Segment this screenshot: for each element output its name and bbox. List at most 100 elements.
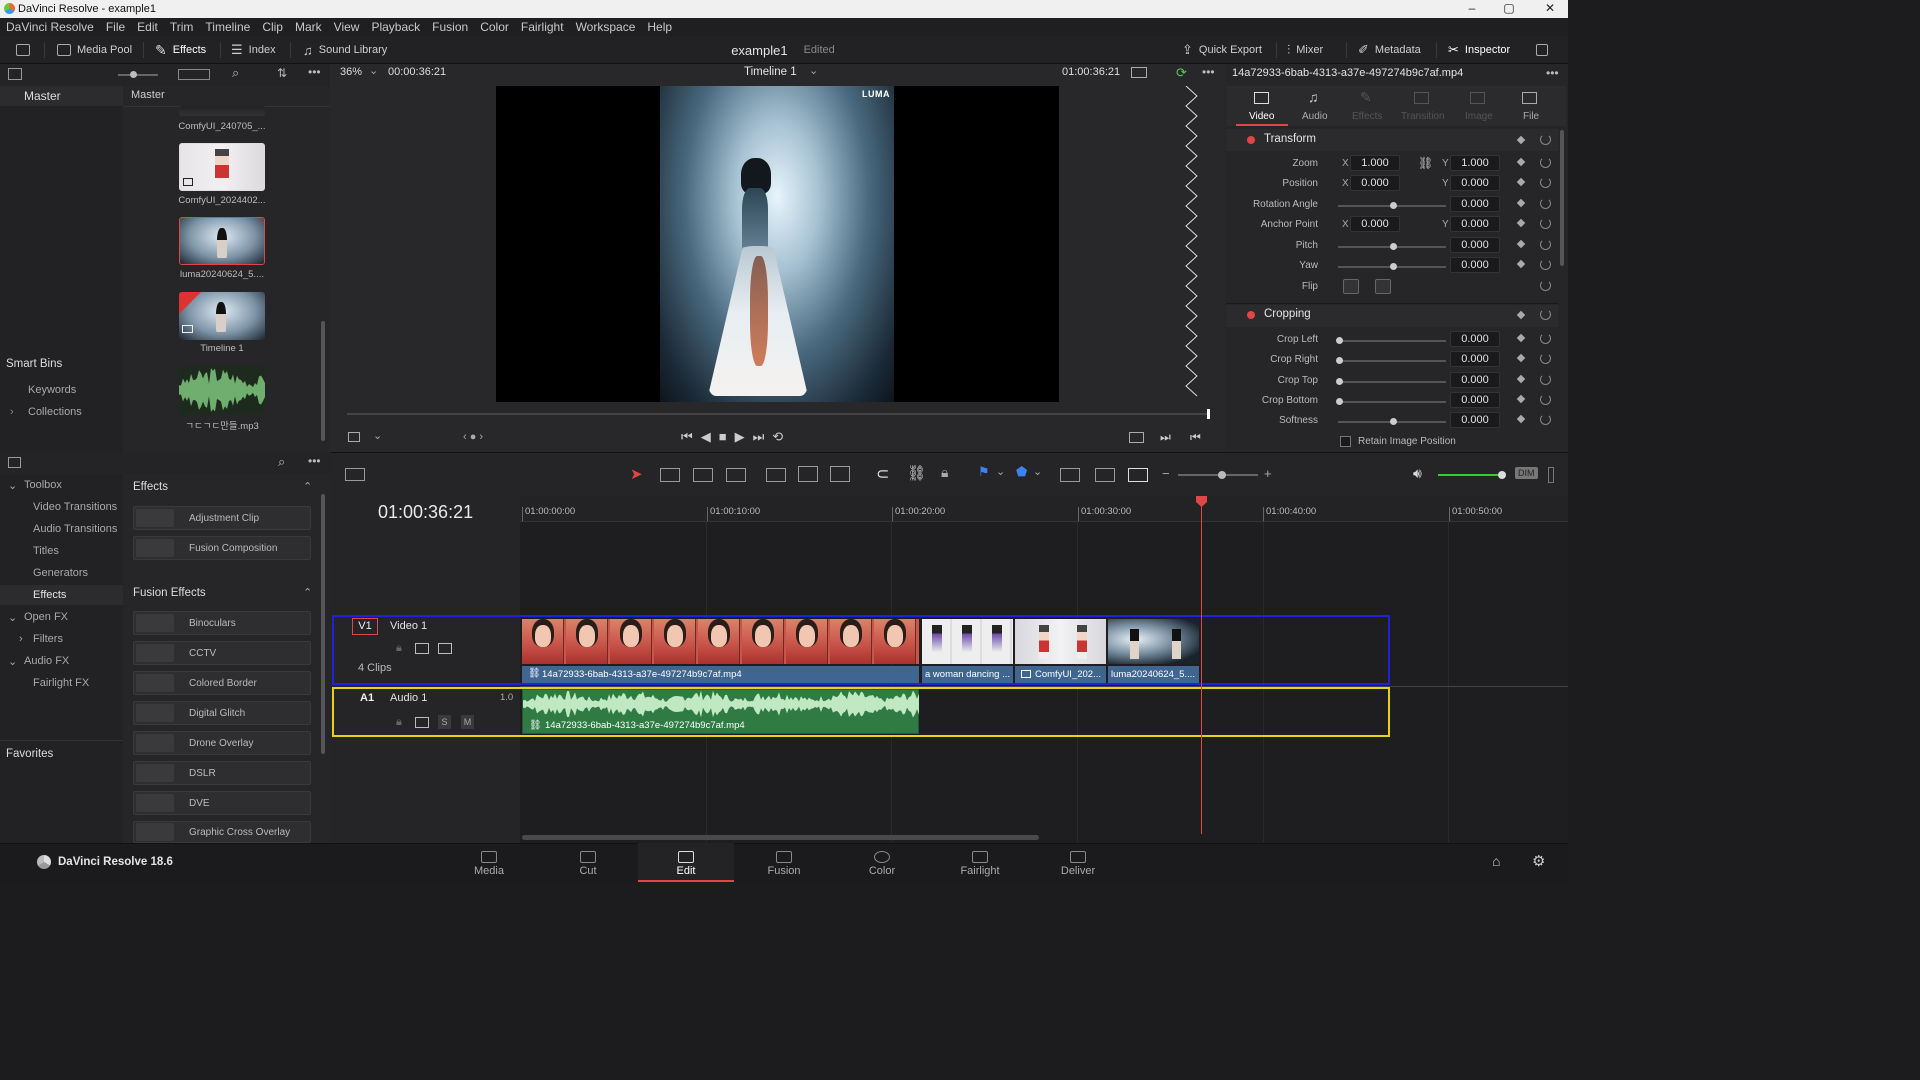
go-to-start-icon[interactable]: ⏮ <box>681 429 701 444</box>
effect-adjustment-clip[interactable]: Adjustment Clip <box>133 506 311 530</box>
inspector-scrollbar[interactable] <box>1560 130 1564 266</box>
viewer-mode-icon[interactable] <box>1131 67 1147 78</box>
effects-scrollbar[interactable] <box>321 494 325 754</box>
effect-binoculars[interactable]: Binoculars <box>133 611 311 635</box>
track-id-v1[interactable]: V1 <box>352 618 378 635</box>
clip-thumbnail[interactable] <box>179 217 265 265</box>
snapping-icon[interactable]: ⊂ <box>876 464 889 484</box>
anchor-y-field[interactable]: 0.000 <box>1450 216 1500 232</box>
chevron-right-icon[interactable]: › <box>19 633 23 645</box>
clip-thumbnail[interactable] <box>179 143 265 191</box>
keyframe-icon[interactable] <box>1516 353 1526 363</box>
track-id-a1[interactable]: A1 <box>360 692 374 704</box>
next-edit-icon[interactable]: ⏭ <box>1160 430 1171 445</box>
timeline-ruler[interactable] <box>520 496 1568 522</box>
menu-timeline[interactable]: Timeline <box>199 20 256 34</box>
flag-icon[interactable]: ⚑ <box>978 464 990 480</box>
chevron-right-icon[interactable]: › <box>10 406 14 418</box>
retain-image-checkbox[interactable] <box>1340 436 1351 447</box>
pitch-field[interactable]: 0.000 <box>1450 237 1500 253</box>
keyframe-icon[interactable] <box>1516 374 1526 384</box>
tab-file[interactable]: File <box>1504 86 1556 126</box>
quick-export-button[interactable]: ⇪ Quick Export <box>1182 36 1262 64</box>
menu-clip[interactable]: Clip <box>256 20 289 34</box>
position-x-field[interactable]: 0.000 <box>1350 175 1400 191</box>
menu-color[interactable]: Color <box>474 20 515 34</box>
reset-icon[interactable] <box>1540 259 1551 270</box>
video-clip-frames[interactable] <box>922 619 1013 664</box>
menu-view[interactable]: View <box>328 20 366 34</box>
keyframe-icon[interactable] <box>1516 177 1526 187</box>
flip-vertical-icon[interactable] <box>1375 279 1391 294</box>
chevron-down-icon[interactable]: ⌄ <box>369 64 378 77</box>
slider-knob[interactable] <box>1390 243 1397 250</box>
stop-icon[interactable]: ■ <box>719 429 735 444</box>
crop-left-slider[interactable] <box>1338 340 1446 342</box>
menu-fusion[interactable]: Fusion <box>426 20 474 34</box>
clip-thumbnail[interactable] <box>179 106 265 116</box>
play-reverse-icon[interactable]: ◀ <box>701 429 719 444</box>
trim-edit-icon[interactable] <box>660 468 680 482</box>
tab-image[interactable]: Image <box>1452 86 1504 126</box>
tab-audio[interactable]: ♫ Audio <box>1288 86 1340 126</box>
enable-dot-icon[interactable] <box>1247 136 1255 144</box>
sync-icon[interactable]: ⟳ <box>1176 65 1187 81</box>
zoom-full-icon[interactable] <box>1060 468 1080 482</box>
inspector-button[interactable]: ✂ Inspector <box>1448 36 1510 64</box>
insert-clip-icon[interactable] <box>766 468 786 482</box>
chevron-down-icon[interactable]: ⌄ <box>8 479 17 492</box>
keyframe-icon[interactable] <box>1516 157 1526 167</box>
page-color[interactable]: Color <box>834 843 930 882</box>
reset-icon[interactable] <box>1540 134 1551 145</box>
video-clip[interactable]: a woman dancing ... <box>922 666 1013 683</box>
crop-right-slider[interactable] <box>1338 360 1446 362</box>
zoom-y-field[interactable]: 1.000 <box>1450 155 1500 171</box>
yaw-field[interactable]: 0.000 <box>1450 257 1500 273</box>
menu-davinci[interactable]: DaVinci Resolve <box>0 20 100 34</box>
crop-top-slider[interactable] <box>1338 381 1446 383</box>
slider-knob[interactable] <box>1390 263 1397 270</box>
home-icon[interactable]: ⌂ <box>1492 853 1500 869</box>
reset-icon[interactable] <box>1540 177 1551 188</box>
tab-effects[interactable]: ✎ Effects <box>1340 86 1392 126</box>
keyframe-icon[interactable] <box>1516 198 1526 208</box>
crop-bottom-field[interactable]: 0.000 <box>1450 392 1500 408</box>
thumb-size-slider[interactable] <box>118 74 158 76</box>
dynamic-trim-icon[interactable] <box>693 468 713 482</box>
sound-library-button[interactable]: ♫ Sound Library <box>303 36 387 64</box>
position-y-field[interactable]: 0.000 <box>1450 175 1500 191</box>
timeline-scrollbar[interactable] <box>522 835 1039 840</box>
menu-mark[interactable]: Mark <box>289 20 328 34</box>
menu-fairlight[interactable]: Fairlight <box>515 20 570 34</box>
marker-icon[interactable]: ⬟ <box>1016 464 1027 480</box>
menu-trim[interactable]: Trim <box>164 20 200 34</box>
reset-icon[interactable] <box>1540 198 1551 209</box>
favorites-label[interactable]: Favorites <box>6 748 53 760</box>
keyframe-icon[interactable] <box>1516 135 1526 145</box>
gear-icon[interactable]: ⚙ <box>1532 852 1545 870</box>
close-button[interactable]: ✕ <box>1532 0 1568 18</box>
search-icon[interactable]: ⌕ <box>278 454 285 470</box>
scrubber-playhead[interactable] <box>1207 409 1210 419</box>
effect-drone-overlay[interactable]: Drone Overlay <box>133 731 311 755</box>
track-enable-icon[interactable] <box>438 643 452 654</box>
index-button[interactable]: ☰ Index <box>231 36 276 64</box>
slider-knob[interactable] <box>1336 398 1343 405</box>
expand-icon[interactable] <box>1536 36 1548 64</box>
audio-clip[interactable]: ⛓ 14a72933-6bab-4313-a37e-497274b9c7af.m… <box>522 689 919 734</box>
menu-file[interactable]: File <box>100 20 131 34</box>
zoom-detail-icon[interactable] <box>1095 468 1115 482</box>
lock-icon[interactable]: 🔒︎ <box>396 716 402 729</box>
media-pool-button[interactable]: Media Pool <box>57 36 132 64</box>
tree-filters[interactable]: Filters <box>33 633 63 645</box>
chevron-down-icon[interactable]: ⌄ <box>1033 465 1042 478</box>
cropping-section-header[interactable]: Cropping <box>1226 305 1558 327</box>
crop-left-field[interactable]: 0.000 <box>1450 331 1500 347</box>
zoom-out-icon[interactable]: − <box>1162 466 1170 481</box>
keywords-bin[interactable]: Keywords <box>28 384 76 396</box>
slider-knob[interactable] <box>1390 202 1397 209</box>
reset-icon[interactable] <box>1540 157 1551 168</box>
crop-right-field[interactable]: 0.000 <box>1450 351 1500 367</box>
rotation-field[interactable]: 0.000 <box>1450 196 1500 212</box>
selection-tool-icon[interactable]: ➤ <box>630 465 643 483</box>
